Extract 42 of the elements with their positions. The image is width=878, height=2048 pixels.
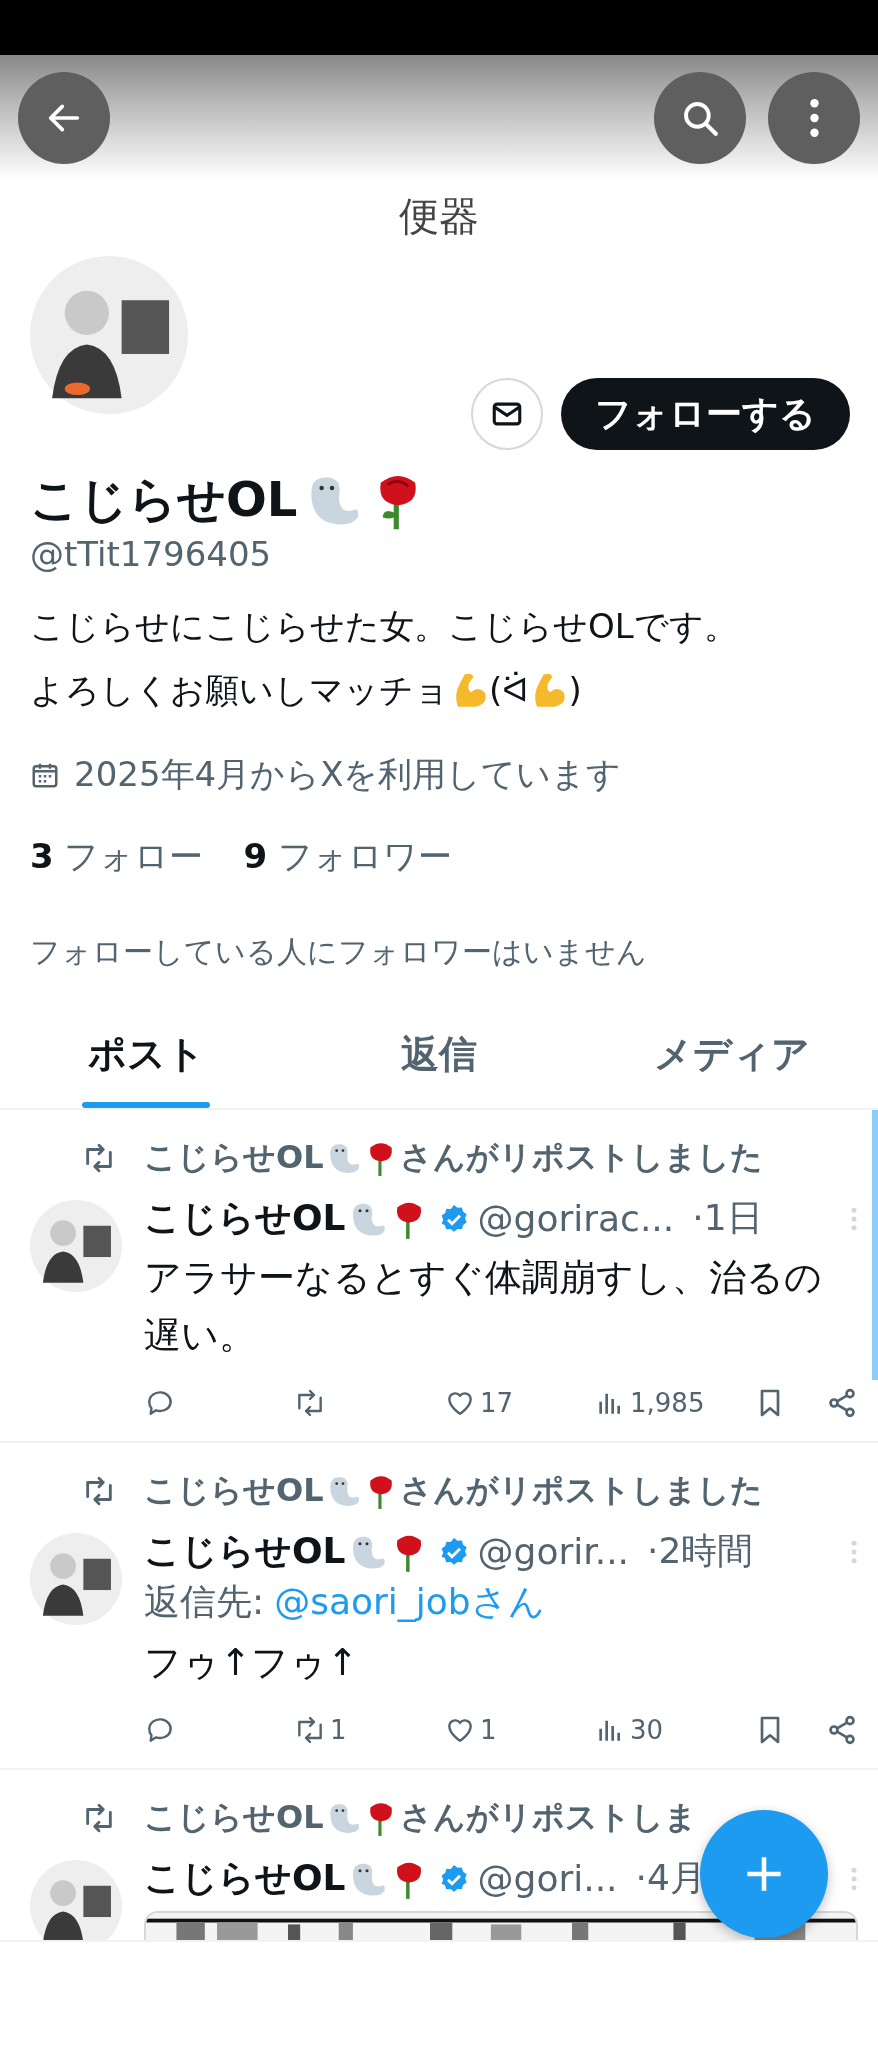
header-title: 便器 (398, 192, 480, 241)
post-time: ·1日 (692, 1196, 763, 1240)
author-name: こじらせOL (144, 1196, 346, 1240)
like-count: 17 (480, 1388, 514, 1418)
author-name: こじらせOL (144, 1529, 346, 1573)
author-name: こじらせOL (144, 1856, 346, 1900)
repost-author: こじらせOL (144, 1137, 324, 1178)
bio-text: (ᐛ (489, 669, 529, 712)
follow-count-link[interactable]: 9 フォロワー (243, 834, 452, 880)
repost-author: こじらせOL (144, 1470, 324, 1511)
post-text: フゥ↑フゥ↑ (144, 1640, 359, 1686)
share-icon[interactable] (826, 1387, 858, 1419)
post-time: ·4月 (635, 1856, 706, 1900)
share-icon[interactable] (826, 1714, 858, 1746)
view-count: 30 (630, 1715, 664, 1745)
follow-button[interactable]: フォローする (561, 378, 850, 450)
repost-author: こじらせOL (144, 1797, 324, 1838)
author-handle: @gorirac... (477, 1198, 675, 1239)
bio-text: よろしくお願いしマッチョ (30, 669, 449, 712)
repost-label: さんがリポストしました (399, 1137, 763, 1178)
repost-label: さんがリポストしま (399, 1797, 697, 1838)
author-handle: @gorir... (477, 1531, 630, 1572)
bio-text: こじらせにこじらせた女。こじらせOLです。 (30, 605, 738, 648)
compose-button[interactable] (700, 1810, 828, 1938)
bio-text: ) (568, 669, 582, 712)
followers-note: フォローしている人にフォロワーはいません (30, 933, 648, 971)
display-name: こじらせOL (30, 470, 298, 529)
user-handle: @tTit1796405 (30, 534, 273, 574)
tab[interactable]: メディア (585, 1011, 878, 1108)
view-count: 1,985 (630, 1388, 705, 1418)
author-handle: @gori... (477, 1858, 618, 1899)
tab[interactable]: ポスト (0, 1011, 293, 1108)
post-time: ·2時間 (647, 1529, 754, 1573)
post-text: アラサーなるとすぐ体調崩すし、治るの遅い。 (144, 1255, 823, 1359)
repost-label: さんがリポストしました (399, 1470, 763, 1511)
reply-prefix: 返信先: (144, 1581, 265, 1622)
join-date: 2025年4月からXを利用しています (74, 753, 622, 796)
more-icon (808, 97, 820, 138)
tab[interactable]: 返信 (292, 1011, 586, 1108)
follow-count-link[interactable]: 3 フォロー (30, 834, 204, 880)
like-count: 1 (480, 1715, 497, 1745)
repost-count: 1 (330, 1715, 347, 1745)
